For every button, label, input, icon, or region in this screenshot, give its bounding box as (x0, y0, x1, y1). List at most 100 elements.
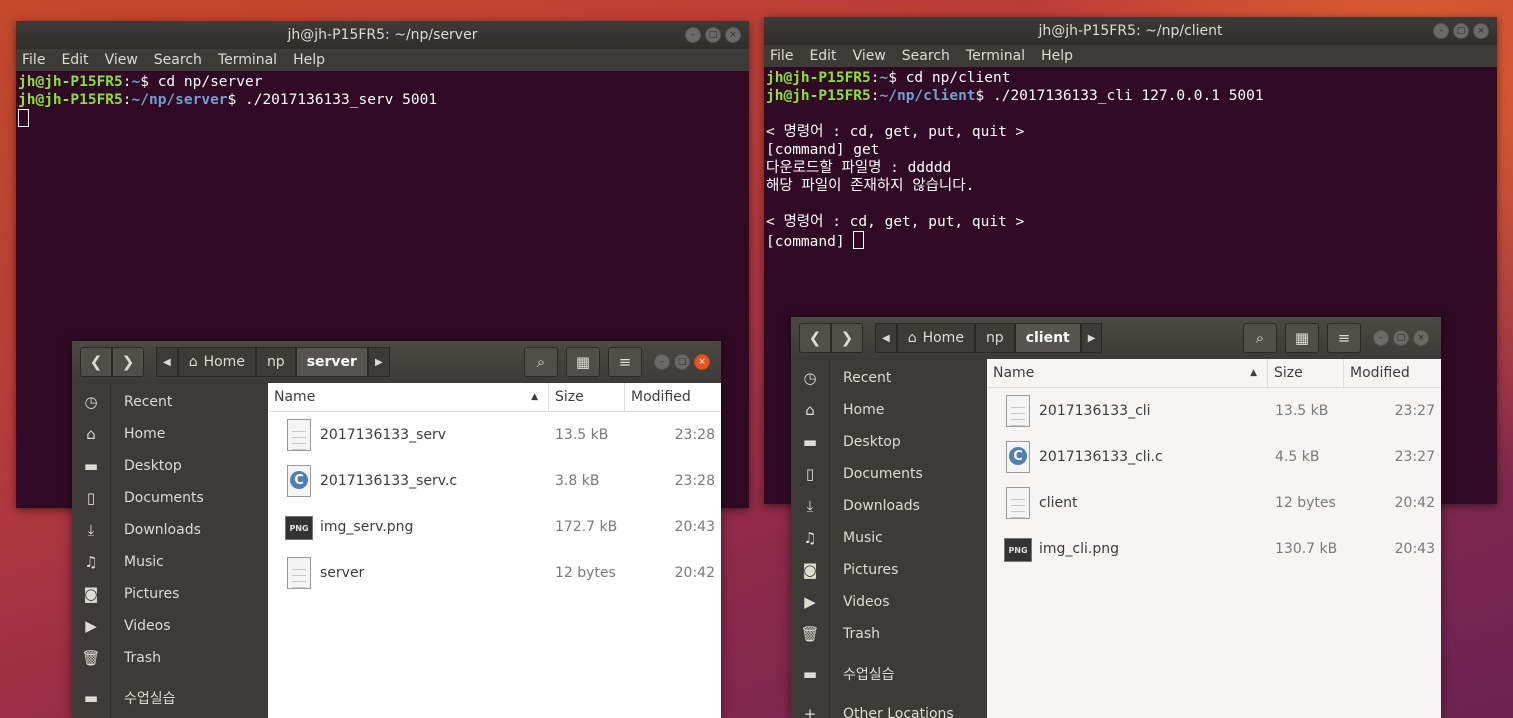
column-name[interactable]: Name ▲ (268, 383, 549, 411)
sidebar-item-home[interactable]: ⌂ Home (791, 394, 987, 426)
minimize-button[interactable]: – (654, 354, 670, 370)
terminal-output[interactable]: jh@jh-P15FR5:~$ cd np/client jh@jh-P15FR5… (764, 67, 1497, 251)
sidebar-item-trash[interactable]: 🗑 Trash (791, 618, 987, 650)
search-button[interactable]: ⌕ (524, 347, 558, 377)
sort-up-icon: ▲ (1250, 368, 1257, 378)
file-row[interactable]: C 2017136133_serv.c 3.8 kB 23:28 (268, 458, 721, 504)
file-row[interactable]: 2017136133_serv 13.5 kB 23:28 (268, 412, 721, 458)
breadcrumb-left-arrow[interactable]: ◀ (875, 323, 897, 353)
file-row[interactable]: PNG img_cli.png 130.7 kB 20:43 (987, 526, 1441, 572)
sidebar-item-documents[interactable]: ▯ Documents (791, 458, 987, 490)
menu-button[interactable]: ≡ (608, 347, 642, 377)
maximize-button[interactable]: □ (1453, 23, 1469, 39)
hamburger-icon: ≡ (618, 353, 632, 371)
sidebar-item-trash[interactable]: 🗑 Trash (72, 642, 268, 674)
sidebar-item-music[interactable]: ♫ Music (72, 546, 268, 578)
sidebar-item-documents[interactable]: ▯ Documents (72, 482, 268, 514)
minimize-button[interactable]: – (1373, 330, 1389, 346)
menu-view[interactable]: View (105, 52, 138, 68)
command-text: $ ./2017136133_serv 5001 (227, 92, 438, 108)
column-modified[interactable]: Modified (1344, 359, 1441, 387)
menu-edit[interactable]: Edit (61, 52, 88, 68)
view-toggle-button[interactable]: ▦ (566, 347, 600, 377)
clock-icon: ◷ (84, 393, 98, 411)
menu-help[interactable]: Help (293, 52, 325, 68)
column-size[interactable]: Size (549, 383, 625, 411)
breadcrumb-home[interactable]: ⌂ Home (896, 323, 975, 353)
terminal-titlebar[interactable]: jh@jh-P15FR5: ~/np/client – □ × (764, 17, 1497, 45)
prompt-user: jh@jh-P15FR5 (18, 74, 123, 90)
sidebar-item-home[interactable]: ⌂ Home (72, 418, 268, 450)
sidebar-item-label: 수업실습 (843, 667, 895, 683)
column-name[interactable]: Name ▲ (987, 359, 1268, 387)
files-window-server[interactable]: ❮ ❯ ◀ ⌂ Home np server ▶ ⌕ ▦ ≡ – □ × ◷ Rec… (72, 341, 721, 718)
column-modified[interactable]: Modified (625, 383, 721, 411)
sidebar-item-desktop[interactable]: ▬ Desktop (72, 450, 268, 482)
close-button[interactable]: × (725, 27, 741, 43)
view-toggle-button[interactable]: ▦ (1285, 323, 1319, 353)
file-size: 3.8 kB (555, 473, 600, 489)
close-button[interactable]: × (694, 354, 710, 370)
back-button[interactable]: ❮ (799, 323, 831, 353)
text-cursor (18, 109, 29, 127)
sidebar-item-music[interactable]: ♫ Music (791, 522, 987, 554)
sidebar-item-label: Trash (843, 626, 880, 642)
maximize-button[interactable]: □ (674, 354, 690, 370)
breadcrumb-client[interactable]: client (1014, 323, 1081, 353)
close-button[interactable]: × (1473, 23, 1489, 39)
file-row[interactable]: client 12 bytes 20:42 (987, 480, 1441, 526)
sidebar-item-recent[interactable]: ◷ Recent (791, 362, 987, 394)
breadcrumb-left-arrow[interactable]: ◀ (156, 347, 178, 377)
minimize-button[interactable]: – (1433, 23, 1449, 39)
menu-view[interactable]: View (853, 48, 886, 64)
breadcrumb-right-arrow[interactable]: ▶ (1080, 323, 1103, 353)
file-row[interactable]: PNG img_serv.png 172.7 kB 20:43 (268, 504, 721, 550)
sidebar-item-downloads[interactable]: ⤓ Downloads (791, 490, 987, 522)
file-row[interactable]: server 12 bytes 20:42 (268, 550, 721, 596)
forward-button[interactable]: ❯ (831, 323, 863, 353)
minimize-button[interactable]: – (685, 27, 701, 43)
back-button[interactable]: ❮ (80, 347, 112, 377)
menu-edit[interactable]: Edit (809, 48, 836, 64)
sidebar-item-desktop[interactable]: ▬ Desktop (791, 426, 987, 458)
files-headerbar[interactable]: ❮ ❯ ◀ ⌂ Home np server ▶ ⌕ ▦ ≡ – □ × (72, 341, 721, 383)
search-button[interactable]: ⌕ (1243, 323, 1277, 353)
breadcrumb-right-arrow[interactable]: ▶ (367, 347, 390, 377)
sidebar-item-videos[interactable]: ▶ Videos (791, 586, 987, 618)
breadcrumb-home[interactable]: ⌂ Home (177, 347, 256, 377)
sidebar-item-videos[interactable]: ▶ Videos (72, 610, 268, 642)
close-button[interactable]: × (1413, 330, 1429, 346)
file-row[interactable]: 2017136133_cli 13.5 kB 23:27 (987, 388, 1441, 434)
home-icon: ⌂ (188, 354, 198, 370)
file-row[interactable]: C 2017136133_cli.c 4.5 kB 23:27 (987, 434, 1441, 480)
menu-terminal[interactable]: Terminal (218, 52, 277, 68)
forward-button[interactable]: ❯ (112, 347, 144, 377)
menu-search[interactable]: Search (902, 48, 950, 64)
sidebar-item-bookmark[interactable]: ▬ 수업실습 (791, 658, 987, 690)
sidebar-item-other-locations[interactable]: + Other Locations (791, 698, 987, 718)
terminal-titlebar[interactable]: jh@jh-P15FR5: ~/np/server – □ × (16, 21, 749, 49)
column-size[interactable]: Size (1268, 359, 1344, 387)
sidebar-item-recent[interactable]: ◷ Recent (72, 386, 268, 418)
menu-button[interactable]: ≡ (1327, 323, 1361, 353)
sidebar-item-downloads[interactable]: ⤓ Downloads (72, 514, 268, 546)
sidebar-item-pictures[interactable]: ◙ Pictures (72, 578, 268, 610)
menu-file[interactable]: File (22, 52, 45, 68)
terminal-output[interactable]: jh@jh-P15FR5:~$ cd np/server jh@jh-P15FR5… (16, 71, 749, 129)
breadcrumb-np[interactable]: np (255, 347, 296, 377)
maximize-button[interactable]: □ (705, 27, 721, 43)
sidebar-item-bookmark[interactable]: ▬ 수업실습 (72, 682, 268, 714)
video-icon: ▶ (85, 617, 97, 635)
menu-file[interactable]: File (770, 48, 793, 64)
maximize-button[interactable]: □ (1393, 330, 1409, 346)
sidebar-item-label: Videos (843, 594, 890, 610)
menu-search[interactable]: Search (154, 52, 202, 68)
breadcrumb-server[interactable]: server (295, 347, 368, 377)
sidebar-item-pictures[interactable]: ◙ Pictures (791, 554, 987, 586)
files-headerbar[interactable]: ❮ ❯ ◀ ⌂ Home np client ▶ ⌕ ▦ ≡ – □ × (791, 317, 1441, 359)
files-window-client[interactable]: ❮ ❯ ◀ ⌂ Home np client ▶ ⌕ ▦ ≡ – □ × ◷ Rec… (791, 317, 1441, 718)
breadcrumb-np[interactable]: np (974, 323, 1015, 353)
menu-help[interactable]: Help (1041, 48, 1073, 64)
menu-terminal[interactable]: Terminal (966, 48, 1025, 64)
